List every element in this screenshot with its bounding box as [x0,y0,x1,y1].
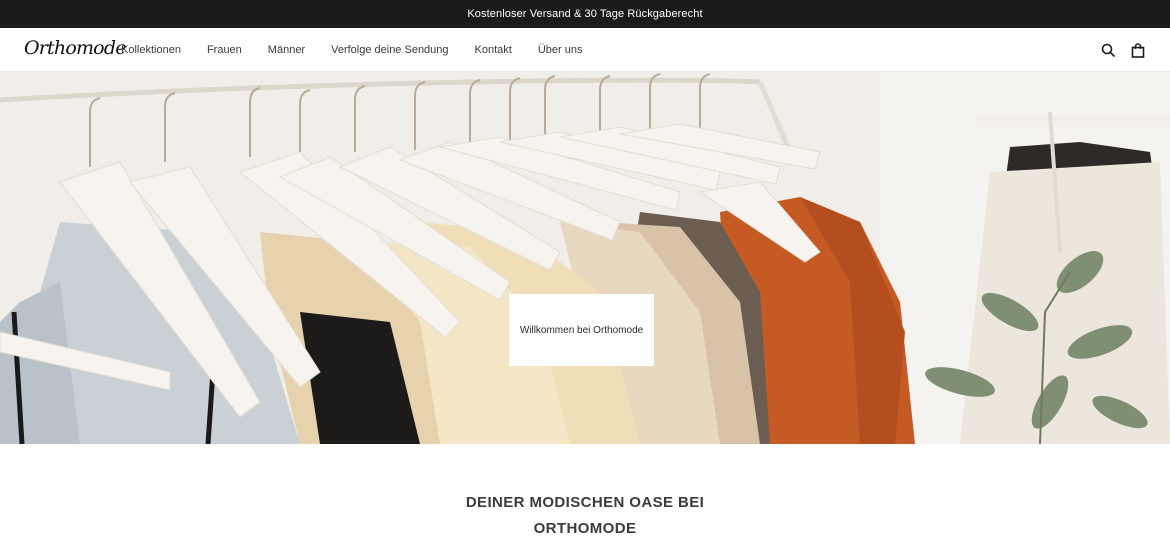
nav-item-maenner[interactable]: Männer [268,44,305,56]
nav-item-sendung[interactable]: Verfolge deine Sendung [331,44,448,56]
logo[interactable]: Orthomode [24,37,126,59]
nav-item-kollektionen[interactable]: Kollektionen [121,44,181,56]
search-icon[interactable] [1100,42,1116,58]
header-icons [1086,28,1146,72]
nav-item-ueber-uns[interactable]: Über uns [538,44,583,56]
welcome-title-line1: DEINER MODISCHEN OASE BEI [465,494,705,511]
shopping-bag-icon[interactable] [1130,42,1146,58]
hero-welcome-label: Willkommen bei Orthomode [519,324,644,336]
hero-image [0,72,1170,444]
welcome-section: DEINER MODISCHEN OASE BEI ORTHOMODE [0,444,1170,548]
announcement-text: Kostenloser Versand & 30 Tage Rückgabere… [467,8,703,20]
nav-item-frauen[interactable]: Frauen [207,44,242,56]
welcome-title-line2: ORTHOMODE [533,520,637,537]
hero-banner: Willkommen bei Orthomode [0,72,1170,444]
nav-item-kontakt[interactable]: Kontakt [475,44,512,56]
announcement-bar: Kostenloser Versand & 30 Tage Rückgabere… [0,0,1170,28]
site-header: Orthomode Kollektionen Frauen Männer Ver… [0,28,1170,72]
main-nav: Kollektionen Frauen Männer Verfolge dein… [121,28,608,72]
hero-welcome-button[interactable]: Willkommen bei Orthomode [509,294,654,366]
welcome-title: DEINER MODISCHEN OASE BEI ORTHOMODE [385,490,785,542]
